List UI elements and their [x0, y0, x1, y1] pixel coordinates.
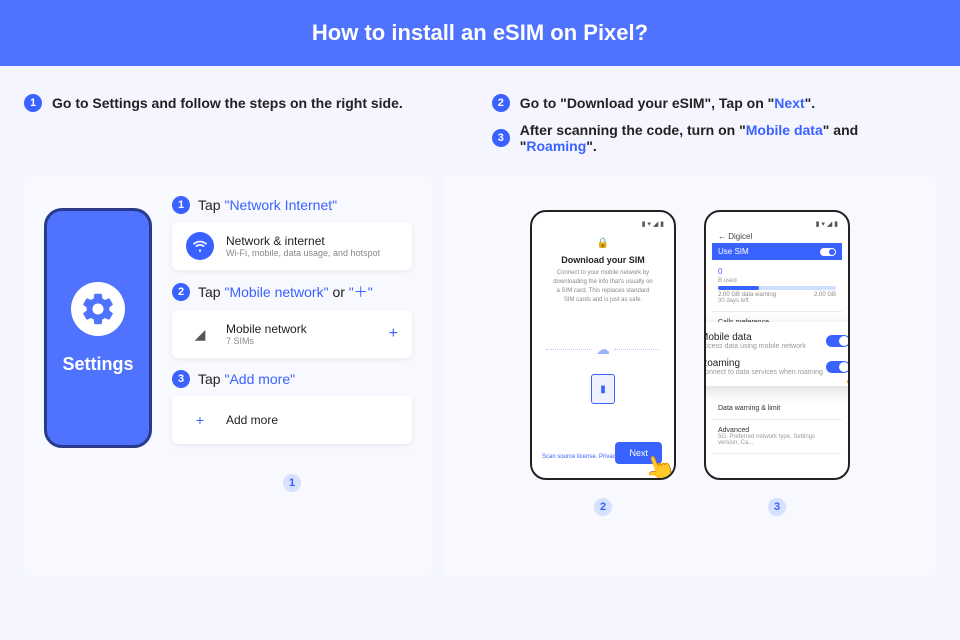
panel-marker-2: 2 [594, 498, 612, 516]
network-internet-card[interactable]: Network & internet Wi-Fi, mobile, data u… [172, 222, 412, 270]
toggle-icon[interactable] [820, 248, 836, 256]
substep-2: 2 Tap "Mobile network" or "＋" [172, 282, 412, 302]
toggle-on-icon[interactable] [826, 335, 850, 347]
settings-label: Settings [62, 354, 133, 375]
next-link: Next [774, 95, 804, 111]
plus-icon[interactable]: + [389, 325, 398, 343]
roaming-link: Roaming [526, 138, 586, 154]
lock-icon: 🔒 [546, 238, 660, 249]
advanced-row[interactable]: Advanced 5G, Preferred network type, Set… [712, 420, 842, 454]
mobile-data-toggle-row[interactable]: Mobile dataAccess data using mobile netw… [704, 332, 850, 350]
data-warning-row[interactable]: Data warning & limit [712, 398, 842, 420]
usage-bar [718, 286, 836, 290]
download-sim-desc: Connect to your mobile network by downlo… [546, 269, 660, 305]
intro-step-3: 3 After scanning the code, turn on "Mobi… [492, 122, 936, 154]
wifi-icon [186, 232, 214, 260]
plus-icon: + [186, 406, 214, 434]
intro-step-1-text: Go to Settings and follow the steps on t… [52, 95, 403, 111]
status-bar: ▮ ▾ ◢ ▮ [538, 218, 668, 230]
mobile-network-card[interactable]: ◢ Mobile network 7 SIMs + [172, 310, 412, 358]
sim-icon: ▮ [591, 374, 615, 404]
intro-step-1: 1 Go to Settings and follow the steps on… [24, 94, 462, 112]
cloud-icon: ☁ [596, 341, 610, 358]
signal-icon: ◢ [186, 320, 214, 348]
settings-phone-mock: Settings [44, 208, 152, 448]
roaming-toggle-row[interactable]: RoamingConnect to data services when roa… [704, 358, 850, 376]
intro-step-2: 2 Go to "Download your eSIM", Tap on "Ne… [492, 94, 936, 112]
download-sim-phone: ▮ ▾ ◢ ▮ 🔒 Download your SIM Connect to y… [530, 210, 676, 480]
gear-icon [71, 282, 125, 336]
step-badge: 2 [492, 94, 510, 112]
page-title: How to install an eSIM on Pixel? [312, 20, 648, 46]
panel-marker-1: 1 [283, 474, 301, 492]
download-sim-title: Download your SIM [546, 255, 660, 265]
panel-2-3: ▮ ▾ ◢ ▮ 🔒 Download your SIM Connect to y… [444, 176, 936, 576]
page-header: How to install an eSIM on Pixel? [0, 0, 960, 66]
mobile-data-link: Mobile data [746, 122, 823, 138]
sim-settings-phone: ▮ ▾ ◢ ▮ ← Digicel Use SIM 0 B used 2.00 … [704, 210, 850, 480]
status-bar: ▮ ▾ ◢ ▮ [712, 218, 842, 230]
panel-marker-3: 3 [768, 498, 786, 516]
step-badge: 1 [24, 94, 42, 112]
panel-1: Settings 1 Tap "Network Internet" Networ… [24, 176, 432, 576]
intro-section: 1 Go to Settings and follow the steps on… [0, 66, 960, 176]
substep-3: 3 Tap "Add more" [172, 370, 412, 388]
toggles-overlay: Mobile dataAccess data using mobile netw… [704, 322, 850, 386]
use-sim-toggle-row[interactable]: Use SIM [712, 243, 842, 260]
step-badge: 3 [492, 129, 510, 147]
substep-1: 1 Tap "Network Internet" [172, 196, 412, 214]
add-more-card[interactable]: + Add more [172, 396, 412, 444]
